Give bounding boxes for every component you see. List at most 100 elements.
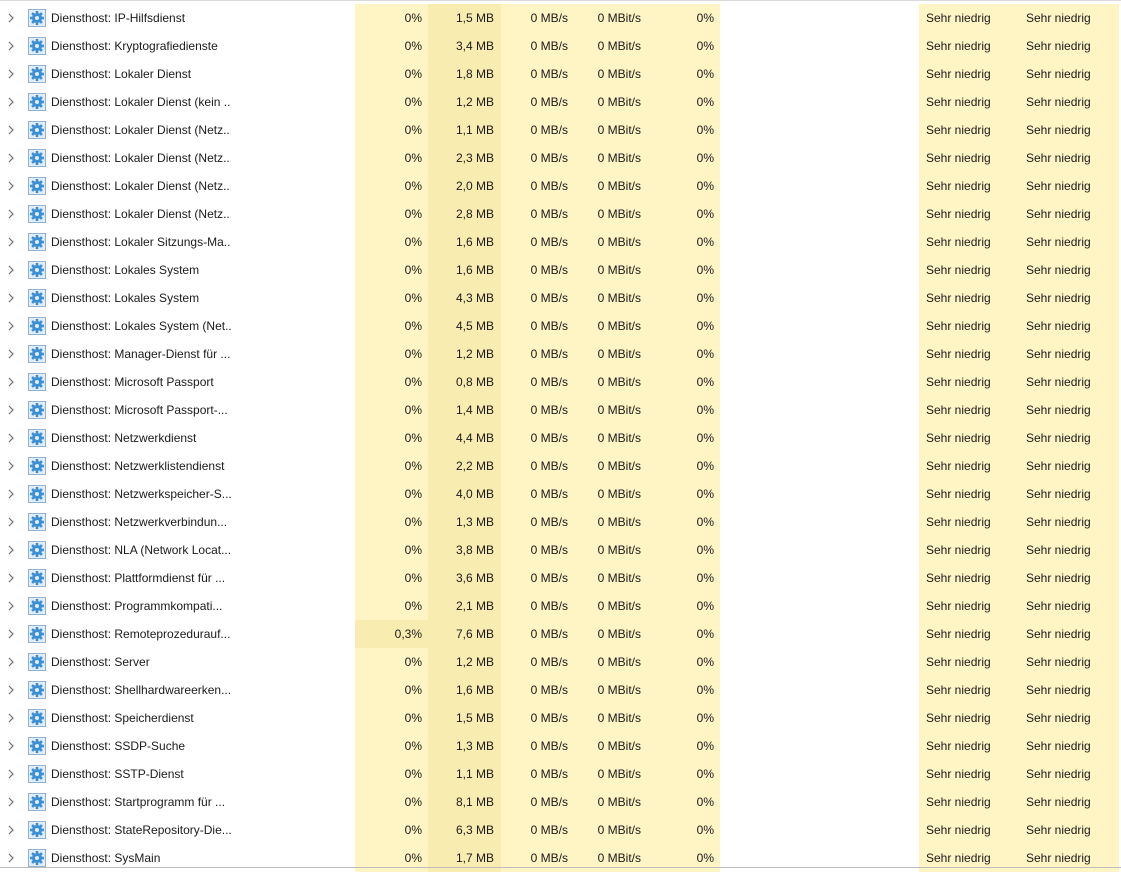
chevron-right-icon[interactable] bbox=[6, 601, 16, 611]
process-row[interactable]: Diensthost: SSDP-Suche 0% 1,3 MB 0 MB/s … bbox=[0, 732, 1121, 760]
process-row[interactable]: Diensthost: IP-Hilfsdienst 0% 1,5 MB 0 M… bbox=[0, 4, 1121, 32]
process-row[interactable]: Diensthost: Lokaler Dienst (Netz... 0% 2… bbox=[0, 144, 1121, 172]
process-row[interactable]: Diensthost: Programmkompati... 0% 2,1 MB… bbox=[0, 592, 1121, 620]
process-name: Diensthost: Microsoft Passport bbox=[51, 375, 214, 389]
chevron-right-icon[interactable] bbox=[6, 769, 16, 779]
gpu-cell: 0% bbox=[647, 396, 720, 424]
process-row[interactable]: Diensthost: Lokaler Dienst (Netz... 0% 2… bbox=[0, 172, 1121, 200]
gpu-engine-cell bbox=[720, 396, 919, 424]
process-row[interactable]: Diensthost: Server 0% 1,2 MB 0 MB/s 0 MB… bbox=[0, 648, 1121, 676]
process-row[interactable]: Diensthost: Lokaler Dienst (Netz... 0% 2… bbox=[0, 200, 1121, 228]
power-usage-cell: Sehr niedrig bbox=[919, 200, 1019, 228]
chevron-right-icon[interactable] bbox=[6, 489, 16, 499]
gpu-engine-cell bbox=[720, 284, 919, 312]
process-row[interactable]: Diensthost: Startprogramm für ... 0% 8,1… bbox=[0, 788, 1121, 816]
network-cell: 0 MBit/s bbox=[574, 760, 647, 788]
power-trend-cell: Sehr niedrig bbox=[1019, 88, 1119, 116]
chevron-right-icon[interactable] bbox=[6, 153, 16, 163]
power-trend-cell: Sehr niedrig bbox=[1019, 32, 1119, 60]
memory-cell: 4,3 MB bbox=[428, 284, 501, 312]
chevron-right-icon[interactable] bbox=[6, 69, 16, 79]
process-row[interactable]: Diensthost: Plattformdienst für ... 0% 3… bbox=[0, 564, 1121, 592]
process-row[interactable]: Diensthost: Netzwerklistendienst 0% 2,2 … bbox=[0, 452, 1121, 480]
process-row[interactable]: Diensthost: Remoteprozedurauf... 0,3% 7,… bbox=[0, 620, 1121, 648]
network-cell: 0 MBit/s bbox=[574, 424, 647, 452]
chevron-right-icon[interactable] bbox=[6, 433, 16, 443]
chevron-right-icon[interactable] bbox=[6, 685, 16, 695]
gear-icon bbox=[28, 653, 46, 671]
process-name: Diensthost: Lokaler Dienst (kein ... bbox=[51, 95, 231, 109]
process-name-cell: Diensthost: Microsoft Passport bbox=[0, 368, 355, 396]
gear-icon bbox=[28, 205, 46, 223]
process-row[interactable]: Diensthost: Netzwerkdienst 0% 4,4 MB 0 M… bbox=[0, 424, 1121, 452]
chevron-right-icon[interactable] bbox=[6, 713, 16, 723]
chevron-right-icon[interactable] bbox=[6, 825, 16, 835]
cpu-cell: 0% bbox=[355, 172, 428, 200]
chevron-right-icon[interactable] bbox=[6, 377, 16, 387]
process-row[interactable]: Diensthost: Kryptografiedienste 0% 3,4 M… bbox=[0, 32, 1121, 60]
process-row[interactable]: Diensthost: Lokaler Sitzungs-Ma... 0% 1,… bbox=[0, 228, 1121, 256]
process-row[interactable]: Diensthost: Lokaler Dienst 0% 1,8 MB 0 M… bbox=[0, 60, 1121, 88]
gpu-cell: 0% bbox=[647, 172, 720, 200]
process-row[interactable]: Diensthost: Microsoft Passport-... 0% 1,… bbox=[0, 396, 1121, 424]
chevron-right-icon[interactable] bbox=[6, 461, 16, 471]
network-cell: 0 MBit/s bbox=[574, 32, 647, 60]
process-name-cell: Diensthost: Lokales System bbox=[0, 256, 355, 284]
process-row[interactable]: Diensthost: Lokaler Dienst (Netz... 0% 1… bbox=[0, 116, 1121, 144]
chevron-right-icon[interactable] bbox=[6, 41, 16, 51]
process-name-cell: Diensthost: IP-Hilfsdienst bbox=[0, 4, 355, 32]
process-name-cell: Diensthost: Lokaler Dienst (Netz... bbox=[0, 144, 355, 172]
gpu-cell: 0% bbox=[647, 620, 720, 648]
process-row[interactable]: Diensthost: Lokaler Dienst (kein ... 0% … bbox=[0, 88, 1121, 116]
chevron-right-icon[interactable] bbox=[6, 13, 16, 23]
process-name: Diensthost: Programmkompati... bbox=[51, 599, 223, 613]
chevron-right-icon[interactable] bbox=[6, 237, 16, 247]
process-name: Diensthost: IP-Hilfsdienst bbox=[51, 11, 186, 25]
chevron-right-icon[interactable] bbox=[6, 517, 16, 527]
process-name: Diensthost: Remoteprozedurauf... bbox=[51, 627, 231, 641]
chevron-right-icon[interactable] bbox=[6, 405, 16, 415]
process-row[interactable]: Diensthost: Manager-Dienst für ... 0% 1,… bbox=[0, 340, 1121, 368]
gpu-cell: 0% bbox=[647, 788, 720, 816]
disk-cell: 0 MB/s bbox=[501, 536, 574, 564]
chevron-right-icon[interactable] bbox=[6, 741, 16, 751]
chevron-right-icon[interactable] bbox=[6, 97, 16, 107]
process-row[interactable]: Diensthost: Shellhardwareerken... 0% 1,6… bbox=[0, 676, 1121, 704]
disk-cell: 0 MB/s bbox=[501, 676, 574, 704]
process-name: Diensthost: StateRepository-Die... bbox=[51, 823, 231, 837]
chevron-right-icon[interactable] bbox=[6, 293, 16, 303]
process-row[interactable]: Diensthost: Netzwerkspeicher-S... 0% 4,0… bbox=[0, 480, 1121, 508]
process-row[interactable]: Diensthost: Lokales System 0% 4,3 MB 0 M… bbox=[0, 284, 1121, 312]
chevron-right-icon[interactable] bbox=[6, 181, 16, 191]
gpu-engine-cell bbox=[720, 116, 919, 144]
chevron-right-icon[interactable] bbox=[6, 573, 16, 583]
chevron-right-icon[interactable] bbox=[6, 853, 16, 863]
chevron-right-icon[interactable] bbox=[6, 209, 16, 219]
process-name-cell: Diensthost: SSTP-Dienst bbox=[0, 760, 355, 788]
process-row[interactable]: Diensthost: StateRepository-Die... 0% 6,… bbox=[0, 816, 1121, 844]
process-row[interactable]: Diensthost: Speicherdienst 0% 1,5 MB 0 M… bbox=[0, 704, 1121, 732]
chevron-right-icon[interactable] bbox=[6, 321, 16, 331]
chevron-right-icon[interactable] bbox=[6, 349, 16, 359]
memory-cell: 1,4 MB bbox=[428, 396, 501, 424]
chevron-right-icon[interactable] bbox=[6, 657, 16, 667]
process-row[interactable]: Diensthost: SSTP-Dienst 0% 1,1 MB 0 MB/s… bbox=[0, 760, 1121, 788]
gear-icon bbox=[28, 65, 46, 83]
power-trend-cell: Sehr niedrig bbox=[1019, 704, 1119, 732]
process-row[interactable]: Diensthost: Lokales System (Net... 0% 4,… bbox=[0, 312, 1121, 340]
process-row[interactable]: Diensthost: Microsoft Passport 0% 0,8 MB… bbox=[0, 368, 1121, 396]
process-name: Diensthost: Lokaler Dienst (Netz... bbox=[51, 151, 231, 165]
network-cell: 0 MBit/s bbox=[574, 200, 647, 228]
process-row[interactable]: Diensthost: NLA (Network Locat... 0% 3,8… bbox=[0, 536, 1121, 564]
chevron-right-icon[interactable] bbox=[6, 629, 16, 639]
process-row[interactable]: Diensthost: Netzwerkverbindun... 0% 1,3 … bbox=[0, 508, 1121, 536]
process-row[interactable]: Diensthost: Lokales System 0% 1,6 MB 0 M… bbox=[0, 256, 1121, 284]
chevron-right-icon[interactable] bbox=[6, 545, 16, 555]
cpu-cell: 0% bbox=[355, 732, 428, 760]
process-name: Diensthost: Microsoft Passport-... bbox=[51, 403, 228, 417]
chevron-right-icon[interactable] bbox=[6, 125, 16, 135]
disk-cell: 0 MB/s bbox=[501, 620, 574, 648]
power-trend-cell: Sehr niedrig bbox=[1019, 340, 1119, 368]
chevron-right-icon[interactable] bbox=[6, 265, 16, 275]
chevron-right-icon[interactable] bbox=[6, 797, 16, 807]
